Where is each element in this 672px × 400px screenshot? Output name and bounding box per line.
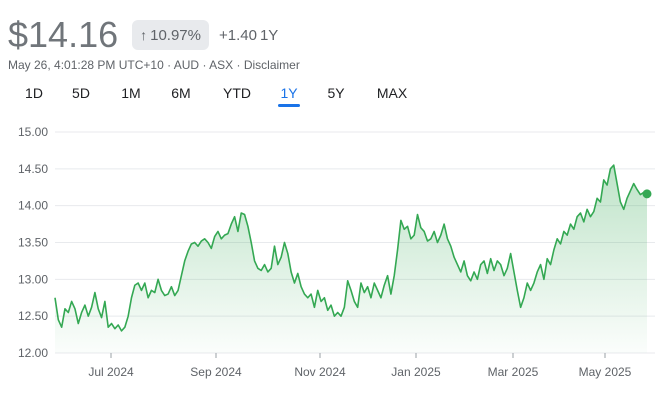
tab-1y[interactable]: 1Y	[278, 82, 300, 108]
change-percent-badge: ↑ 10.97%	[132, 20, 209, 50]
y-tick-label: 13.00	[18, 272, 48, 286]
x-tick-label: Nov 2024	[294, 365, 346, 379]
y-axis: 12.00 12.50 13.00 13.50 14.00 14.50 15.00	[18, 125, 48, 360]
x-axis: Jul 2024 Sep 2024 Nov 2024 Jan 2025 Mar 2025…	[88, 353, 632, 379]
tab-6m[interactable]: 6M	[170, 82, 192, 108]
quote-currency: AUD	[173, 58, 200, 72]
tab-5y[interactable]: 5Y	[326, 82, 346, 108]
y-tick-label: 12.00	[18, 346, 48, 360]
tab-1d[interactable]: 1D	[24, 82, 44, 108]
y-tick-label: 15.00	[18, 125, 48, 139]
quote-header: $14.16 ↑ 10.97% +1.40 1Y	[8, 12, 278, 58]
change-absolute: +1.40 1Y	[219, 27, 278, 44]
x-tick-label: Sep 2024	[190, 365, 242, 379]
y-tick-label: 14.50	[18, 162, 48, 176]
current-price-marker	[642, 189, 652, 199]
disclaimer-link[interactable]: Disclaimer	[244, 58, 300, 72]
change-period: 1Y	[259, 26, 279, 44]
quote-meta: May 26, 4:01:28 PM UTC+10 · AUD · ASX · …	[8, 58, 300, 72]
x-tick-label: May 2025	[579, 365, 632, 379]
x-tick-label: Jan 2025	[391, 365, 441, 379]
arrow-up-icon: ↑	[140, 27, 148, 43]
change-percent-value: 10.97%	[150, 26, 201, 44]
meta-separator: ·	[167, 58, 172, 72]
tab-5d[interactable]: 5D	[71, 82, 91, 108]
current-price: $14.16	[8, 14, 119, 55]
tab-max[interactable]: MAX	[376, 82, 408, 108]
tab-1m[interactable]: 1M	[120, 82, 142, 108]
meta-separator: ·	[202, 58, 207, 72]
quote-timestamp: May 26, 4:01:28 PM UTC+10	[8, 58, 164, 72]
change-absolute-value: +1.40	[218, 26, 257, 44]
x-tick-label: Jul 2024	[88, 365, 134, 379]
quote-exchange: ASX	[209, 58, 234, 72]
x-tick-label: Mar 2025	[488, 365, 539, 379]
y-tick-label: 13.50	[18, 236, 48, 250]
price-chart[interactable]: 12.00 12.50 13.00 13.50 14.00 14.50 15.00 Jul …	[0, 118, 672, 400]
y-tick-label: 14.00	[18, 199, 48, 213]
meta-separator: ·	[236, 58, 241, 72]
price-area-fill	[55, 165, 647, 353]
tab-ytd[interactable]: YTD	[222, 82, 252, 108]
y-tick-label: 12.50	[18, 309, 48, 323]
